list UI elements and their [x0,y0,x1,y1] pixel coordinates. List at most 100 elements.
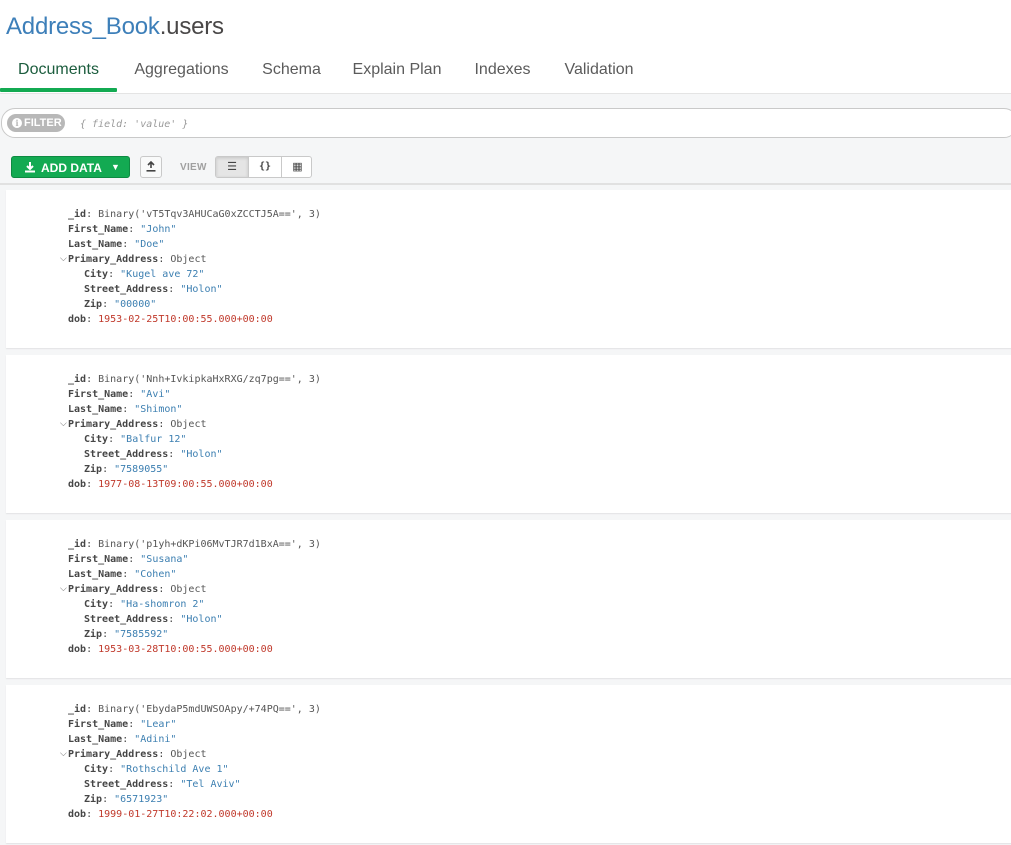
tab-schema[interactable]: Schema [246,56,337,92]
key-separator: : [108,764,115,775]
export-collection-button[interactable] [140,156,162,178]
field-key: _id [68,539,87,550]
document-card[interactable]: _id: Binary('vT5Tqv3AHUCaG0xZCCTJ5A==', … [6,190,1011,348]
field-key: First_Name [68,389,129,400]
expand-toggle-icon[interactable]: ⌵ [60,252,68,267]
first-name-field: First_Name: "Lear" [68,717,176,732]
id-field: _id: Binary('vT5Tqv3AHUCaG0xZCCTJ5A==', … [68,207,321,222]
field-value: Object [170,254,207,265]
document-card[interactable]: _id: Binary('EbydaP5mdUWSOApy/+74PQ==', … [6,685,1011,843]
field-key: City [84,269,109,280]
field-value: "Avi" [140,389,171,400]
field-value: 1953-03-28T10:00:55.000+00:00 [98,644,273,655]
field-key: City [84,434,109,445]
field-value: "7589055" [114,464,169,475]
key-separator: : [168,449,175,460]
primary-address-field: Primary_Address: Object [68,417,207,432]
dob-field: dob: 1999-01-27T10:22:02.000+00:00 [68,807,273,822]
field-value: "Holon" [180,449,223,460]
field-value: Object [170,419,207,430]
json-view-button[interactable]: {} [249,157,282,177]
first-name-field: First_Name: "Avi" [68,387,170,402]
key-separator: : [86,374,93,385]
view-toggle-group: ☰ {} ▦ [215,156,312,178]
field-key: dob [68,644,87,655]
list-view-button[interactable]: ☰ [216,157,249,177]
field-key: Street_Address [84,614,169,625]
expand-toggle-icon[interactable]: ⌵ [60,417,68,432]
key-separator: : [122,734,129,745]
collection-name: .users [159,13,224,40]
field-value: "Holon" [180,614,223,625]
filter-label-pill[interactable]: i FILTER [7,114,65,132]
info-icon: i [12,118,22,128]
field-key: Zip [84,629,103,640]
document-card[interactable]: _id: Binary('Nnh+IvkipkaHxRXG/zq7pg==', … [6,355,1011,513]
field-key: Last_Name [68,734,123,745]
field-value: "7585592" [114,629,169,640]
field-key: dob [68,809,87,820]
key-separator: : [158,419,165,430]
field-key: City [84,764,109,775]
street-address-field: Street_Address: "Holon" [84,447,223,462]
key-separator: : [86,479,93,490]
table-view-button[interactable]: ▦ [282,157,311,177]
key-separator: : [158,584,165,595]
field-value: "Doe" [134,239,165,250]
field-value: Binary('Nnh+IvkipkaHxRXG/zq7pg==', 3) [98,374,321,385]
field-value: Object [170,749,207,760]
tab-documents[interactable]: Documents [0,56,117,92]
key-separator: : [168,779,175,790]
key-separator: : [122,239,129,250]
filter-bar: i FILTER [1,108,1011,138]
expand-toggle-icon[interactable]: ⌵ [60,582,68,597]
key-separator: : [86,209,93,220]
list-icon: ☰ [227,161,237,173]
field-value: "Balfur 12" [120,434,187,445]
field-key: Primary_Address [68,254,159,265]
document-card[interactable]: _id: Binary('p1yh+dKPi06MvTJR7d1BxA==', … [6,520,1011,678]
field-key: Zip [84,464,103,475]
id-field: _id: Binary('EbydaP5mdUWSOApy/+74PQ==', … [68,702,321,717]
filter-input[interactable] [78,114,982,134]
field-value: "John" [140,224,177,235]
first-name-field: First_Name: "John" [68,222,176,237]
dob-field: dob: 1953-02-25T10:00:55.000+00:00 [68,312,273,327]
field-key: Street_Address [84,449,169,460]
field-key: _id [68,374,87,385]
field-key: Street_Address [84,779,169,790]
key-separator: : [102,299,109,310]
key-separator: : [108,269,115,280]
zip-field: Zip: "7585592" [84,627,168,642]
field-key: Primary_Address [68,749,159,760]
add-data-button[interactable]: ADD DATA ▼ [11,156,130,178]
database-name[interactable]: Address_Book [6,13,160,40]
field-value: "Ha-shomron 2" [120,599,205,610]
tab-bar: Documents Aggregations Schema Explain Pl… [0,56,1011,94]
tab-aggregations[interactable]: Aggregations [117,56,246,92]
field-value: "Rothschild Ave 1" [120,764,229,775]
key-separator: : [102,464,109,475]
id-field: _id: Binary('p1yh+dKPi06MvTJR7d1BxA==', … [68,537,321,552]
field-key: _id [68,704,87,715]
field-value: "Kugel ave 72" [120,269,205,280]
zip-field: Zip: "7589055" [84,462,168,477]
street-address-field: Street_Address: "Holon" [84,612,223,627]
field-value: 1953-02-25T10:00:55.000+00:00 [98,314,273,325]
city-field: City: "Rothschild Ave 1" [84,762,229,777]
tab-indexes[interactable]: Indexes [457,56,548,92]
expand-toggle-icon[interactable]: ⌵ [60,747,68,762]
table-icon: ▦ [292,161,303,173]
field-key: dob [68,479,87,490]
upload-icon [146,160,156,172]
key-separator: : [158,749,165,760]
field-key: City [84,599,109,610]
field-value: "Lear" [140,719,177,730]
tab-explain-plan[interactable]: Explain Plan [337,56,457,92]
key-separator: : [168,284,175,295]
field-key: First_Name [68,554,129,565]
id-field: _id: Binary('Nnh+IvkipkaHxRXG/zq7pg==', … [68,372,321,387]
key-separator: : [128,224,135,235]
tab-validation[interactable]: Validation [548,56,650,92]
field-value: "Shimon" [134,404,183,415]
